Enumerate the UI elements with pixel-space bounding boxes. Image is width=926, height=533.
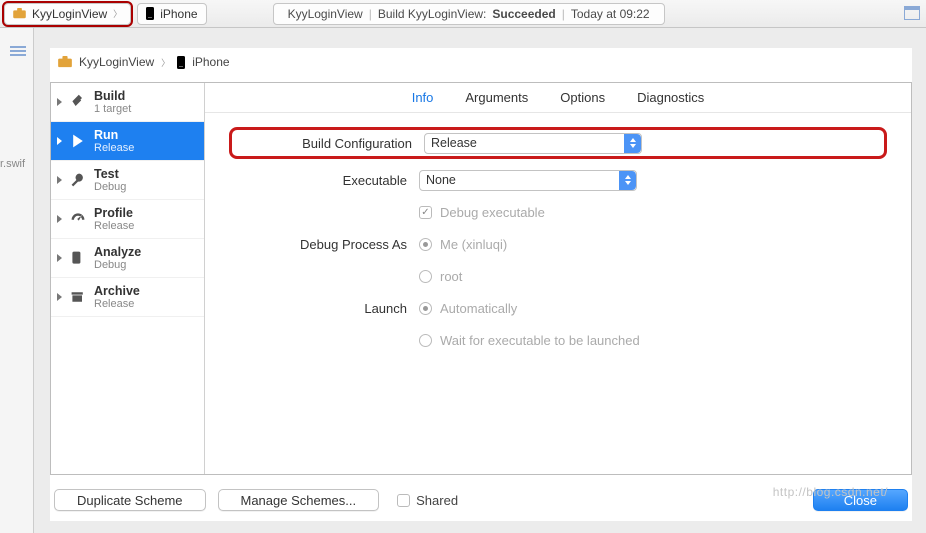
briefcase-icon (58, 56, 72, 68)
build-config-value: Release (431, 136, 477, 150)
item-title: Run (94, 128, 134, 142)
build-config-select[interactable]: Release (424, 133, 642, 154)
stepper-icon (624, 134, 641, 153)
item-sub: Release (94, 142, 134, 154)
executable-label: Executable (229, 173, 419, 188)
scheme-actions-sidebar: Build1 target RunRelease TestDebug Profi… (51, 83, 205, 474)
shared-checkbox[interactable] (397, 494, 410, 507)
executable-value: None (426, 173, 456, 187)
launch-label: Launch (229, 301, 419, 316)
duplicate-scheme-button[interactable]: Duplicate Scheme (54, 489, 206, 511)
crumb-device[interactable]: iPhone (192, 55, 229, 69)
disclosure-icon (57, 215, 62, 223)
device-name: iPhone (160, 7, 197, 21)
disclosure-icon (57, 137, 62, 145)
build-config-label: Build Configuration (234, 136, 424, 151)
item-title: Test (94, 167, 126, 181)
truncated-filename: r.swif (0, 158, 25, 170)
sidebar-item-test[interactable]: TestDebug (51, 161, 204, 200)
launch-auto-label: Automatically (440, 301, 517, 316)
stepper-icon (619, 171, 636, 190)
launch-wait-label: Wait for executable to be launched (440, 333, 640, 348)
status-result: Succeeded (492, 7, 555, 21)
item-sub: Release (94, 220, 134, 232)
highlight-box: Build Configuration Release (229, 127, 887, 159)
chevron-right-icon: 〉 (113, 7, 122, 20)
debug-executable-label: Debug executable (440, 205, 545, 220)
debug-executable-checkbox (419, 206, 432, 219)
info-form: Build Configuration Release Executable (205, 113, 911, 375)
debug-process-root-label: root (440, 269, 462, 284)
chevron-right-icon: 〉 (161, 56, 170, 69)
debug-process-as-label: Debug Process As (229, 237, 419, 252)
item-sub: Debug (94, 259, 141, 271)
status-action: Build KyyLoginView: (378, 7, 487, 21)
build-status: KyyLoginView | Build KyyLoginView: Succe… (273, 3, 665, 25)
sheet: KyyLoginView 〉 iPhone Build1 target RunR… (50, 48, 912, 521)
launch-auto-radio (419, 302, 432, 315)
launch-wait-radio (419, 334, 432, 347)
sidebar-item-analyze[interactable]: AnalyzeDebug (51, 239, 204, 278)
item-title: Archive (94, 284, 140, 298)
shared-label: Shared (416, 493, 458, 508)
analyze-icon (68, 250, 88, 266)
debug-process-me-radio (419, 238, 432, 251)
item-title: Analyze (94, 245, 141, 259)
navigator-strip: r.swif (0, 28, 34, 533)
tab-diagnostics[interactable]: Diagnostics (637, 90, 704, 105)
scheme-name: KyyLoginView (32, 7, 107, 21)
sidebar-item-build[interactable]: Build1 target (51, 83, 204, 122)
sidebar-item-archive[interactable]: ArchiveRelease (51, 278, 204, 317)
disclosure-icon (57, 293, 62, 301)
breadcrumb: KyyLoginView 〉 iPhone (50, 48, 912, 76)
item-sub: Debug (94, 181, 126, 193)
hammer-icon (68, 94, 88, 110)
tab-options[interactable]: Options (560, 90, 605, 105)
top-toolbar: KyyLoginView 〉 iPhone KyyLoginView | Bui… (0, 0, 926, 28)
tabs: Info Arguments Options Diagnostics (205, 83, 911, 113)
executable-select[interactable]: None (419, 170, 637, 191)
editor-layout-icon[interactable] (904, 6, 920, 20)
disclosure-icon (57, 254, 62, 262)
scheme-selector[interactable]: KyyLoginView 〉 (4, 3, 131, 25)
tab-arguments[interactable]: Arguments (465, 90, 528, 105)
iphone-icon (146, 7, 154, 20)
crumb-project[interactable]: KyyLoginView (79, 55, 154, 69)
archive-icon (68, 289, 88, 305)
item-sub: 1 target (94, 103, 131, 115)
scheme-content: Info Arguments Options Diagnostics Build… (205, 83, 911, 474)
debug-process-root-radio (419, 270, 432, 283)
iphone-icon (177, 56, 185, 69)
scheme-editor-panel: Build1 target RunRelease TestDebug Profi… (50, 82, 912, 475)
item-sub: Release (94, 298, 140, 310)
item-title: Profile (94, 206, 134, 220)
disclosure-icon (57, 98, 62, 106)
status-project: KyyLoginView (288, 7, 363, 21)
wrench-icon (68, 172, 88, 188)
watermark: http://blog.csdn.net/ (773, 485, 888, 499)
briefcase-icon (13, 8, 26, 19)
item-title: Build (94, 89, 131, 103)
disclosure-icon (57, 176, 62, 184)
device-selector[interactable]: iPhone (137, 3, 206, 25)
sidebar-item-profile[interactable]: ProfileRelease (51, 200, 204, 239)
list-icon[interactable] (10, 46, 26, 59)
play-icon (68, 133, 88, 149)
gauge-icon (68, 211, 88, 227)
status-time: Today at 09:22 (571, 7, 650, 21)
debug-process-me-label: Me (xinluqi) (440, 237, 507, 252)
manage-schemes-button[interactable]: Manage Schemes... (218, 489, 380, 511)
sidebar-item-run[interactable]: RunRelease (51, 122, 204, 161)
tab-info[interactable]: Info (412, 90, 434, 105)
